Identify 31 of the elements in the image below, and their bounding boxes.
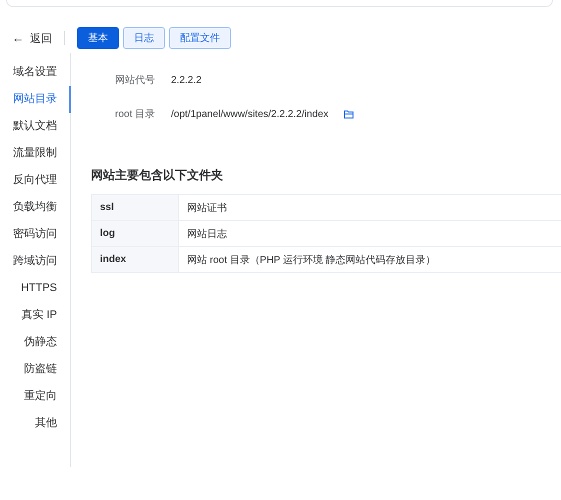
tab[interactable]: 基本 (77, 27, 119, 49)
sidebar-item[interactable]: 防盗链 (0, 356, 71, 383)
sidebar-item[interactable]: 伪静态 (0, 329, 71, 356)
table-cell: index (92, 246, 178, 272)
tab[interactable]: 配置文件 (169, 27, 231, 49)
sidebar-item[interactable]: 域名设置 (0, 59, 71, 86)
sidebar-item[interactable]: 其他 (0, 410, 71, 437)
sidebar-item[interactable]: HTTPS (0, 275, 71, 302)
sidebar-item[interactable]: 网站目录 (0, 86, 71, 113)
sidebar-item[interactable]: 密码访问 (0, 221, 71, 248)
sidebar-item[interactable]: 流量限制 (0, 140, 71, 167)
tab[interactable]: 日志 (123, 27, 165, 49)
sidebar-item[interactable]: 反向代理 (0, 167, 71, 194)
sidebar-item[interactable]: 重定向 (0, 383, 71, 410)
section-title: 网站主要包含以下文件夹 (91, 167, 224, 184)
field-value: /opt/1panel/www/sites/2.2.2.2/index (171, 108, 328, 120)
table-cell: 网站日志 (178, 220, 561, 246)
sidebar-item[interactable]: 真实 IP (0, 302, 71, 329)
table-cell: log (92, 220, 178, 246)
field-value: 2.2.2.2 (171, 74, 202, 86)
folder-icon[interactable] (344, 110, 354, 118)
sidebar-item[interactable]: 跨域访问 (0, 248, 71, 275)
table-cell: ssl (92, 194, 178, 220)
sidebar-item[interactable]: 默认文档 (0, 113, 71, 140)
back-button[interactable]: ← 返回 (8, 30, 56, 46)
field-label: 网站代号 (114, 74, 155, 87)
sidebar-item[interactable]: 负载均衡 (0, 194, 71, 221)
table-cell: 网站 root 目录（PHP 运行环境 静态网站代码存放目录） (178, 246, 561, 272)
table-cell: 网站证书 (178, 194, 561, 220)
back-arrow-icon: ← (12, 31, 24, 45)
field-label: root 目录 (114, 108, 155, 121)
